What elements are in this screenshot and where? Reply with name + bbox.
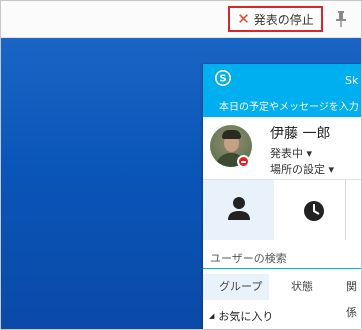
- skype-logo-icon: S: [215, 70, 231, 86]
- stop-presenting-label: 発表の停止: [253, 12, 314, 27]
- contact-search-input[interactable]: ユーザーの検索: [203, 246, 361, 269]
- presence-status-dropdown[interactable]: 発表中 ▾: [270, 145, 312, 161]
- tab-status[interactable]: 状態: [291, 274, 313, 300]
- profile-name: 伊藤 一郎: [270, 126, 331, 142]
- presentation-toolbar: ✕ 発表の停止: [1, 1, 361, 38]
- skype-header: S Sk 本日の予定やメッセージを入力: [203, 64, 361, 117]
- contact-tabs: グループ 状態 関係: [203, 274, 361, 319]
- close-x-icon: ✕: [237, 9, 250, 28]
- search-placeholder: ユーザーの検索: [210, 252, 287, 265]
- tab-group[interactable]: グループ: [203, 274, 269, 300]
- stop-presenting-button[interactable]: ✕ 発表の停止: [228, 6, 323, 32]
- profile-panel: 伊藤 一郎 発表中 ▾ 場所の設定 ▾: [203, 117, 361, 179]
- location-dropdown[interactable]: 場所の設定 ▾: [270, 161, 334, 177]
- contacts-tab[interactable]: [203, 180, 274, 240]
- person-icon: [228, 197, 250, 220]
- collapse-triangle-icon: ◢: [209, 312, 215, 320]
- favorites-group-header[interactable]: ◢ お気に入り: [209, 308, 273, 324]
- pin-icon[interactable]: [334, 10, 348, 28]
- busy-status-icon: [237, 155, 250, 168]
- tab-relationship[interactable]: 関係: [346, 274, 361, 319]
- skype-title: Sk: [345, 74, 359, 87]
- svg-text:S: S: [219, 74, 226, 85]
- screen-frame: ✕ 発表の停止 S Sk 本日の予定やメッセージを入力 伊藤 一郎 発表中 ▾ …: [0, 0, 362, 330]
- favorites-label: お気に入り: [218, 310, 274, 323]
- divider: [345, 180, 346, 240]
- recent-tab[interactable]: [275, 180, 345, 240]
- skype-window: S Sk 本日の予定やメッセージを入力 伊藤 一郎 発表中 ▾ 場所の設定 ▾: [203, 64, 361, 329]
- clock-icon: [304, 201, 324, 221]
- view-switcher: [203, 179, 361, 240]
- mood-message-input[interactable]: 本日の予定やメッセージを入力: [219, 98, 359, 113]
